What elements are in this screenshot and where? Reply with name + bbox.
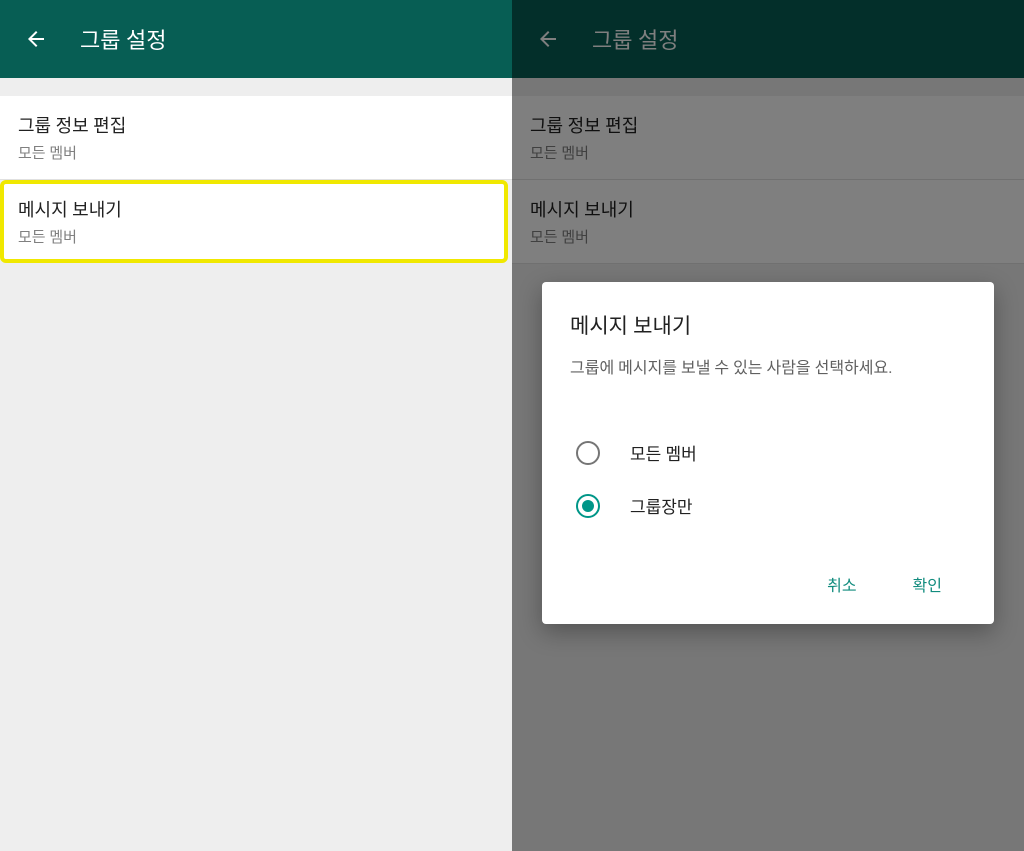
setting-title: 그룹 정보 편집 <box>18 112 494 138</box>
right-panel: 그룹 설정 그룹 정보 편집 모든 멤버 메시지 보내기 모든 멤버 메시지 보… <box>512 0 1024 851</box>
settings-content: 그룹 정보 편집 모든 멤버 메시지 보내기 모든 멤버 <box>0 78 512 851</box>
back-arrow-icon[interactable] <box>24 27 48 51</box>
modal-overlay[interactable]: 메시지 보내기 그룹에 메시지를 보낼 수 있는 사람을 선택하세요. 모든 멤… <box>512 0 1024 851</box>
left-panel: 그룹 설정 그룹 정보 편집 모든 멤버 메시지 보내기 모든 멤버 <box>0 0 512 851</box>
setting-send-messages[interactable]: 메시지 보내기 모든 멤버 <box>0 180 508 263</box>
setting-title: 메시지 보내기 <box>18 196 490 222</box>
radio-label: 모든 멤버 <box>630 440 697 465</box>
send-messages-dialog: 메시지 보내기 그룹에 메시지를 보낼 수 있는 사람을 선택하세요. 모든 멤… <box>542 282 994 624</box>
dialog-description: 그룹에 메시지를 보낼 수 있는 사람을 선택하세요. <box>570 354 966 378</box>
radio-option-all-members[interactable]: 모든 멤버 <box>570 426 966 479</box>
header-title: 그룹 설정 <box>80 23 166 55</box>
dialog-title: 메시지 보내기 <box>570 310 966 340</box>
radio-option-admins-only[interactable]: 그룹장만 <box>570 479 966 532</box>
radio-label: 그룹장만 <box>630 493 693 518</box>
radio-dot-icon <box>582 500 594 512</box>
setting-subtitle: 모든 멤버 <box>18 142 494 163</box>
confirm-button[interactable]: 확인 <box>905 564 950 604</box>
radio-unselected-icon <box>576 441 600 465</box>
dialog-actions: 취소 확인 <box>570 564 966 612</box>
cancel-button[interactable]: 취소 <box>819 564 864 604</box>
radio-selected-icon <box>576 494 600 518</box>
setting-group-info-edit[interactable]: 그룹 정보 편집 모든 멤버 <box>0 96 512 180</box>
setting-subtitle: 모든 멤버 <box>18 226 490 247</box>
header-bar: 그룹 설정 <box>0 0 512 78</box>
